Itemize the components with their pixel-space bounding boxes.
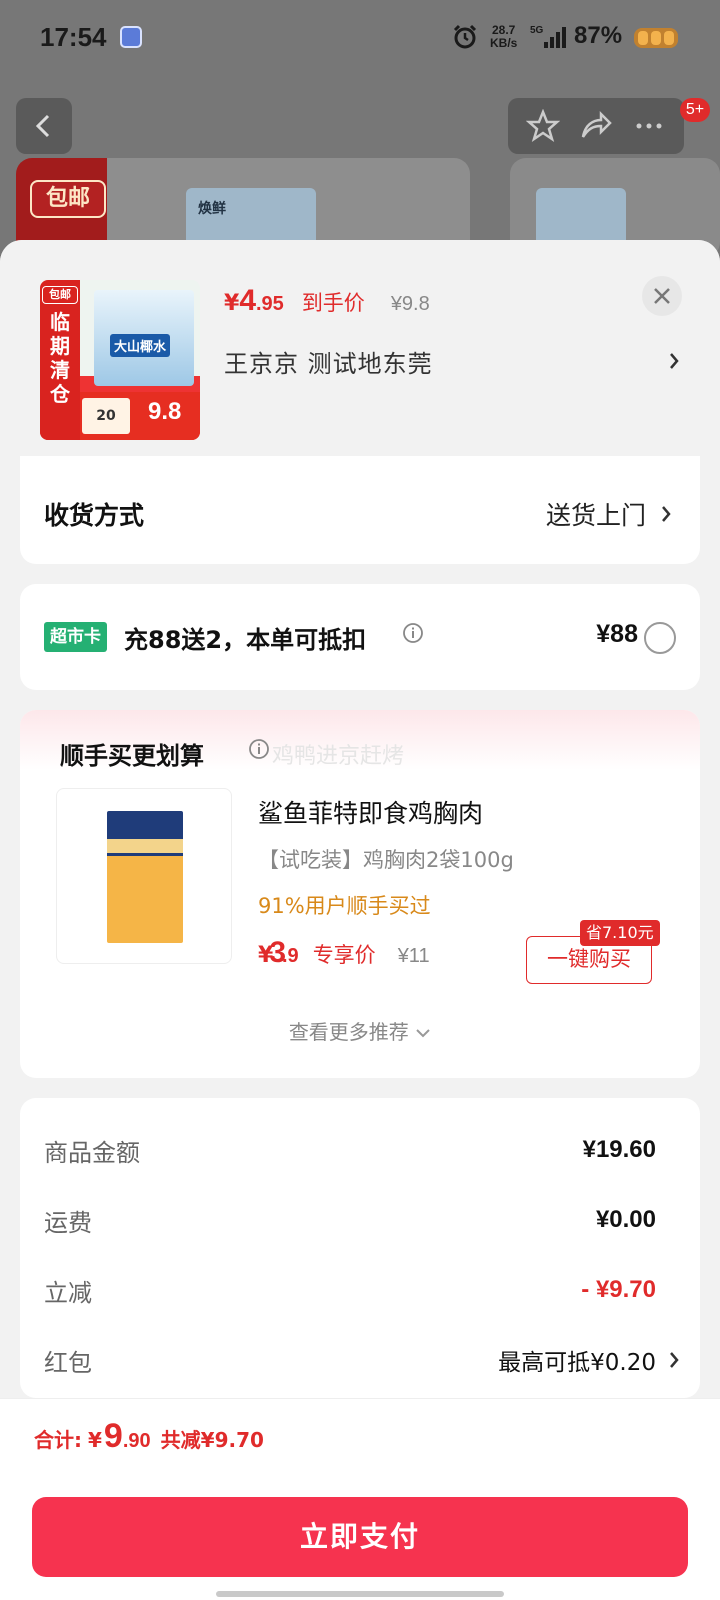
price-summary-card: 商品金额 ¥19.60 运费 ¥0.00 立减 - ¥9.70 红包 最高可抵¥… [20,1098,700,1398]
rec-price-decimal: .9 [282,945,299,967]
network-type: 5G [530,25,544,36]
price-integer: 4 [239,284,256,317]
price-currency: ¥ [224,291,240,316]
red-packet-value: 最高可抵¥0.20 [498,1350,656,1376]
thumbnail-product-box: 大山椰水 [94,290,194,386]
summary-value: 最高可抵¥0.20 [498,1343,680,1377]
delivery-method-label: 收货方式 [44,501,145,530]
supermarket-card-text: 充88送2，本单可抵扣 [124,626,367,654]
home-indicator[interactable] [216,1591,504,1597]
alarm-icon [453,24,477,49]
recommendation-price: ¥ 3 .9 专享价 ¥11 [258,936,430,970]
more-icon[interactable] [632,109,666,143]
thumbnail-price: 9.8 [148,398,182,425]
order-total: 合计: ¥ 9 .90 共减¥9.70 [34,1417,264,1456]
chevron-right-icon [670,353,679,369]
address-text: 王京京 测试地东莞 [224,349,433,378]
chicken-pack-image [107,811,183,943]
info-icon[interactable] [402,622,424,644]
thumbnail-box-label: 大山椰水 [110,334,171,357]
delivery-method-row[interactable]: 收货方式 送货上门 [20,456,700,564]
status-time: 17:54 [40,22,107,52]
recommendation-card: 顺手买更划算 鸡鸭进京赶烤 鲨鱼菲特即食鸡胸肉 【试吃装】鸡胸肉2袋100g 9… [20,710,700,1078]
rec-price-label: 专享价 [312,943,376,967]
recommendation-thumbnail[interactable] [56,788,232,964]
see-more-recommendations[interactable]: 查看更多推荐 [20,1016,700,1045]
savings-tag: 省7.10元 [580,920,660,946]
thumbnail-clearance-text: 临期清仓 [50,310,70,406]
summary-row-red-packet[interactable]: 红包 最高可抵¥0.20 [44,1340,680,1380]
total-saved: 共减¥9.70 [160,1428,264,1452]
total-label: 合计: [34,1428,82,1452]
top-actions [508,98,684,154]
total-currency: ¥ [88,1428,102,1452]
order-sheet: 包邮 临期清仓 大山椰水 20 9.8 ¥ 4 .95 到手价 ¥9.8 王京京… [0,240,720,1600]
signal-icon: 5G [530,25,566,48]
free-shipping-tag: 包邮 [30,180,106,218]
summary-value: - ¥9.70 [581,1276,656,1303]
chevron-right-icon [670,1352,679,1368]
summary-row-discount: 立减 - ¥9.70 [44,1270,656,1310]
summary-label: 商品金额 [44,1138,140,1167]
pay-now-button[interactable]: 立即支付 [32,1497,688,1577]
share-icon[interactable] [579,109,613,143]
thumbnail-compare-price: 20 [82,398,130,434]
close-icon [654,288,670,304]
product-price: ¥ 4 .95 到手价 ¥9.8 [224,284,430,318]
price-label: 到手价 [301,291,365,315]
rec-original-price: ¥11 [397,945,430,967]
summary-row-shipping: 运费 ¥0.00 [44,1200,656,1240]
total-integer: 9 [103,1417,123,1455]
thumbnail-free-shipping-tag: 包邮 [42,286,78,304]
summary-label: 立减 [44,1278,92,1307]
supermarket-card-amount: ¥88 [596,620,638,648]
supermarket-card-badge: 超市卡 [44,622,107,652]
battery-percent: 87% [574,22,623,49]
network-speed: 28.7 KB/s [490,24,517,50]
see-more-text: 查看更多推荐 [288,1020,409,1044]
chevron-right-icon [662,506,671,522]
address-row[interactable]: 王京京 测试地东莞 [224,340,680,382]
sheet-header: 包邮 临期清仓 大山椰水 20 9.8 ¥ 4 .95 到手价 ¥9.8 王京京… [0,240,720,464]
recommendation-product-name[interactable]: 鲨鱼菲特即食鸡胸肉 [258,794,483,830]
star-icon[interactable] [525,109,560,143]
original-price: ¥9.8 [390,293,430,315]
status-bar: 17:54 28.7 KB/s 5G 87% [0,0,720,80]
summary-value: ¥0.00 [595,1206,656,1233]
message-badge: 5+ [680,98,710,122]
delivery-method-text: 送货上门 [545,501,646,530]
supermarket-card-row[interactable]: 超市卡 充88送2，本单可抵扣 ¥88 [20,584,700,690]
app-notification-icon [120,26,142,48]
recommendation-ghost-text: 鸡鸭进京赶烤 [272,744,405,769]
recommendation-bought-rate: 91%用户顺手买过 [258,894,431,918]
summary-row-goods: 商品金额 ¥19.60 [44,1130,656,1170]
network-speed-unit: KB/s [490,36,518,50]
total-decimal: .90 [122,1430,151,1452]
checkout-bar: 合计: ¥ 9 .90 共减¥9.70 立即支付 [0,1398,720,1600]
pack-band [107,839,183,853]
recommendation-spec: 【试吃装】鸡胸肉2袋100g [258,848,514,872]
recommendation-title: 顺手买更划算 [60,742,204,770]
battery-icon [634,28,678,48]
box-brand-label: 焕鲜 [198,201,226,217]
close-button[interactable] [642,276,682,316]
back-button[interactable] [16,98,72,154]
product-thumbnail: 包邮 临期清仓 大山椰水 20 9.8 [40,280,200,440]
price-decimal: .95 [256,293,284,315]
chevron-down-icon [416,1029,430,1038]
chevron-left-icon [35,114,50,138]
info-icon[interactable] [248,738,270,760]
summary-value: ¥19.60 [582,1136,656,1163]
supermarket-card-radio[interactable] [644,622,676,654]
summary-label: 红包 [44,1348,92,1377]
delivery-method-value: 送货上门 [546,496,672,532]
summary-label: 运费 [44,1208,92,1237]
